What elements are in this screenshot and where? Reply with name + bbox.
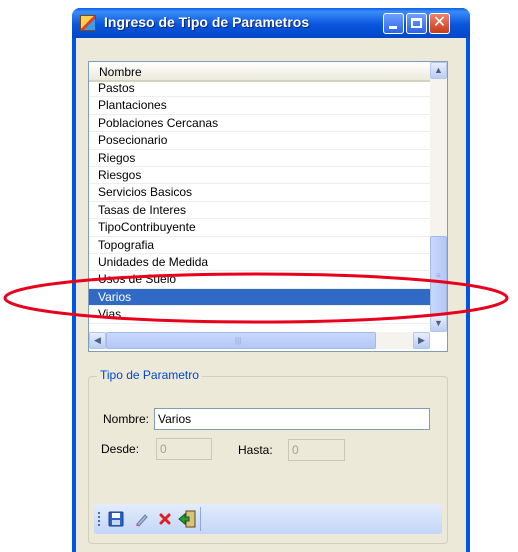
annotation-overlay [3,272,509,324]
highlight-ellipse [3,272,509,324]
